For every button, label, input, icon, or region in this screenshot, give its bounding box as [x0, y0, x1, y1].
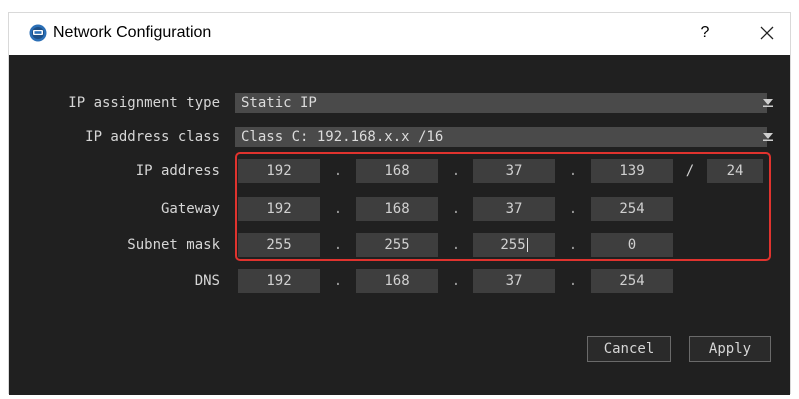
- ip-assignment-type-select[interactable]: Static IP: [235, 93, 773, 113]
- close-button[interactable]: [753, 20, 781, 46]
- label-dns: DNS: [194, 273, 220, 289]
- app-icon: [29, 24, 47, 42]
- title-bar: Network Configuration ?: [9, 13, 790, 55]
- label-ip-assignment-type: IP assignment type: [68, 95, 220, 111]
- highlight-box: [235, 152, 771, 261]
- dns-dot-separator: .: [451, 273, 461, 289]
- dialog-body: IP assignment type Static IP IP address …: [9, 55, 790, 395]
- label-subnet-mask: Subnet mask: [127, 237, 220, 253]
- dns-octet-3[interactable]: 37: [473, 269, 555, 293]
- dns-dot-separator: .: [333, 273, 343, 289]
- close-icon: [760, 26, 774, 40]
- window-title: Network Configuration: [53, 24, 212, 41]
- dns-octet-2[interactable]: 168: [356, 269, 438, 293]
- dns-octet-4[interactable]: 254: [591, 269, 673, 293]
- dns-dot-separator: .: [568, 273, 578, 289]
- apply-button[interactable]: Apply: [689, 336, 771, 362]
- ip-address-class-select[interactable]: Class C: 192.168.x.x /16: [235, 127, 773, 147]
- label-ip-address: IP address: [135, 163, 220, 179]
- label-gateway: Gateway: [160, 201, 220, 217]
- label-ip-address-class: IP address class: [85, 129, 220, 145]
- network-configuration-dialog: Network Configuration ? IP assignment ty…: [8, 12, 791, 395]
- dns-octet-1[interactable]: 192: [238, 269, 320, 293]
- ip-assignment-type-value: Static IP: [241, 95, 317, 111]
- help-button[interactable]: ?: [693, 20, 717, 46]
- ip-address-class-value: Class C: 192.168.x.x /16: [241, 129, 444, 145]
- cancel-button[interactable]: Cancel: [587, 336, 671, 362]
